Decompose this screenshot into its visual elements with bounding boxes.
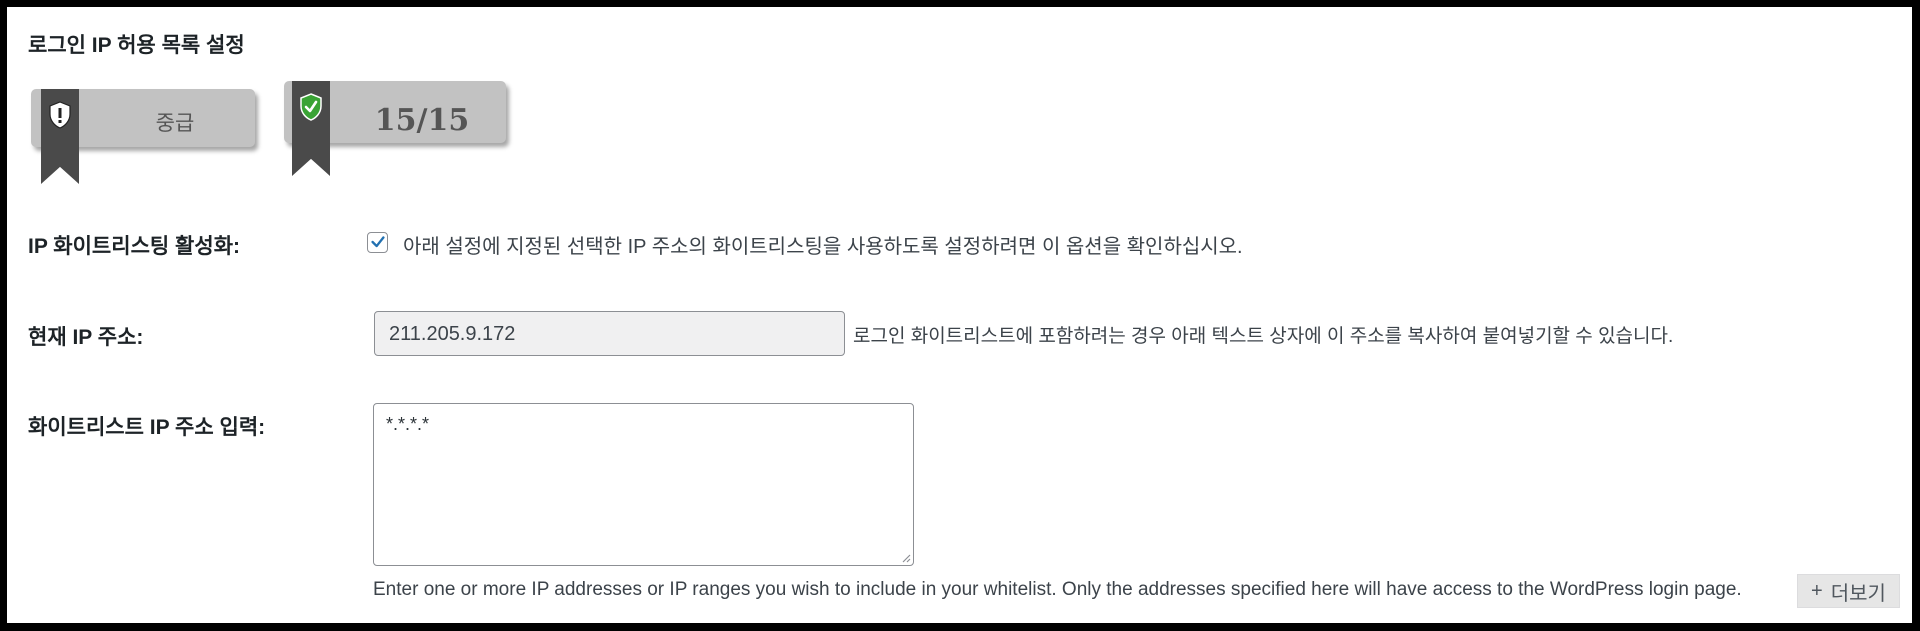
current-ip-field[interactable]: 211.205.9.172 xyxy=(374,311,845,356)
whitelist-ip-value: *.*.*.* xyxy=(386,414,430,434)
checkmark-icon xyxy=(371,236,385,248)
plus-icon: + xyxy=(1811,579,1823,602)
grade-label: 중급 xyxy=(155,112,195,135)
more-button[interactable]: + 더보기 xyxy=(1797,574,1900,608)
whitelist-ip-textarea[interactable]: *.*.*.* xyxy=(373,403,914,566)
score-label: 15/15 xyxy=(374,103,470,138)
grade-ribbon xyxy=(41,89,79,184)
whitelist-input-help: Enter one or more IP addresses or IP ran… xyxy=(373,579,1742,600)
whitelist-enable-description: 아래 설정에 지정된 선택한 IP 주소의 화이트리스팅을 사용하도록 설정하려… xyxy=(403,236,1243,258)
whitelist-enable-label: IP 화이트리스팅 활성화: xyxy=(28,235,241,258)
whitelist-enable-checkbox[interactable] xyxy=(367,232,388,253)
whitelist-input-label: 화이트리스트 IP 주소 입력: xyxy=(28,416,266,439)
current-ip-description: 로그인 화이트리스트에 포함하려는 경우 아래 텍스트 상자에 이 주소를 복사… xyxy=(853,326,1674,347)
shield-exclamation-icon xyxy=(49,101,71,129)
section-title: 로그인 IP 허용 목록 설정 xyxy=(28,34,245,57)
more-button-label: 더보기 xyxy=(1830,582,1886,605)
current-ip-label: 현재 IP 주소: xyxy=(28,326,144,349)
shield-check-icon xyxy=(300,93,322,121)
score-ribbon xyxy=(292,81,330,176)
settings-panel: 로그인 IP 허용 목록 설정 중급 15/15 IP 화이트리스팅 활성화: … xyxy=(7,7,1912,623)
resize-handle-icon[interactable] xyxy=(901,553,911,563)
